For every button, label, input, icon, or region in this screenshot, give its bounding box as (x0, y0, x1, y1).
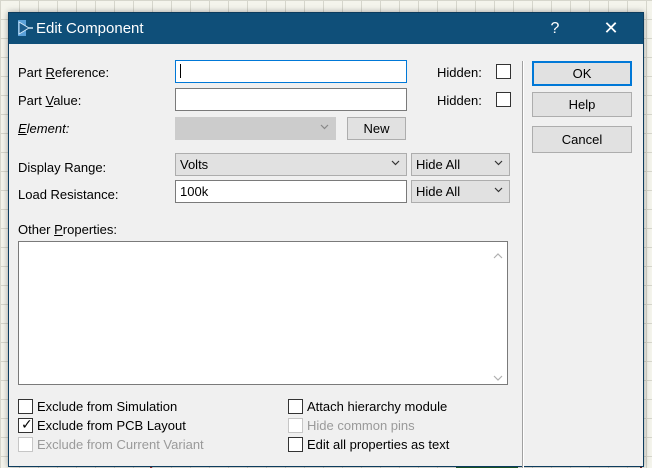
close-icon: ✕ (603, 18, 619, 38)
title-close-button[interactable]: ✕ (588, 13, 634, 44)
exclude-variant-label: Exclude from Current Variant (37, 437, 204, 452)
load-resistance-label: Load Resistance: (18, 187, 119, 202)
scroll-down-icon[interactable] (493, 370, 503, 381)
chevron-down-icon (391, 158, 400, 167)
part-reference-hidden-checkbox[interactable] (496, 64, 511, 79)
exclude-simulation-checkbox[interactable] (18, 399, 33, 414)
title-bar[interactable]: Edit Component ? ✕ (9, 13, 643, 44)
cancel-button[interactable]: Cancel (532, 126, 632, 153)
hide-common-pins-checkbox[interactable] (288, 418, 303, 433)
dialog-content: Part Reference: Hidden: Part Value: Hidd… (9, 44, 643, 468)
help-button[interactable]: Help (532, 92, 632, 117)
other-properties-label: Other Properties: (18, 222, 117, 237)
text-caret (180, 64, 181, 78)
part-reference-hidden-label: Hidden: (437, 65, 482, 80)
part-value-hidden-checkbox[interactable] (496, 92, 511, 107)
exclude-simulation-label: Exclude from Simulation (37, 399, 178, 414)
element-select[interactable] (175, 117, 336, 140)
exclude-pcb-checkbox[interactable]: ✓ (18, 416, 33, 433)
ok-button[interactable]: OK (532, 61, 632, 86)
part-reference-label: Part Reference: (18, 65, 110, 80)
part-value-label: Part Value: (18, 93, 82, 108)
attach-hierarchy-label: Attach hierarchy module (307, 399, 448, 414)
display-range-visibility-select[interactable]: Hide All (411, 153, 510, 176)
new-element-button[interactable]: New (347, 117, 406, 140)
scroll-up-icon[interactable] (493, 248, 503, 259)
window-title: Edit Component (36, 20, 144, 37)
part-reference-input[interactable] (175, 60, 407, 83)
edit-as-text-label: Edit all properties as text (307, 437, 450, 452)
display-range-select[interactable]: Volts (175, 153, 407, 176)
title-help-button[interactable]: ? (532, 13, 578, 44)
help-icon: ? (550, 19, 560, 37)
other-properties-textarea[interactable] (18, 241, 508, 385)
chevron-down-icon (494, 158, 503, 167)
edit-as-text-checkbox[interactable] (288, 437, 303, 452)
exclude-pcb-label: Exclude from PCB Layout (37, 418, 186, 433)
attach-hierarchy-checkbox[interactable] (288, 399, 303, 414)
element-label: Element: (18, 121, 70, 136)
load-resistance-visibility-select[interactable]: Hide All (411, 180, 510, 203)
part-value-input[interactable] (175, 88, 407, 111)
app-icon (16, 19, 34, 37)
edit-component-dialog: Edit Component ? ✕ Part Reference: Hidde… (8, 12, 644, 468)
display-range-label: Display Range: (18, 160, 107, 175)
hide-common-pins-label: Hide common pins (307, 418, 415, 433)
load-resistance-input[interactable]: 100k (175, 180, 407, 203)
checkmark-icon: ✓ (21, 416, 33, 432)
vertical-separator (522, 61, 524, 468)
chevron-down-icon (494, 185, 503, 194)
chevron-down-icon (320, 122, 329, 131)
exclude-variant-checkbox[interactable] (18, 437, 33, 452)
part-value-hidden-label: Hidden: (437, 93, 482, 108)
